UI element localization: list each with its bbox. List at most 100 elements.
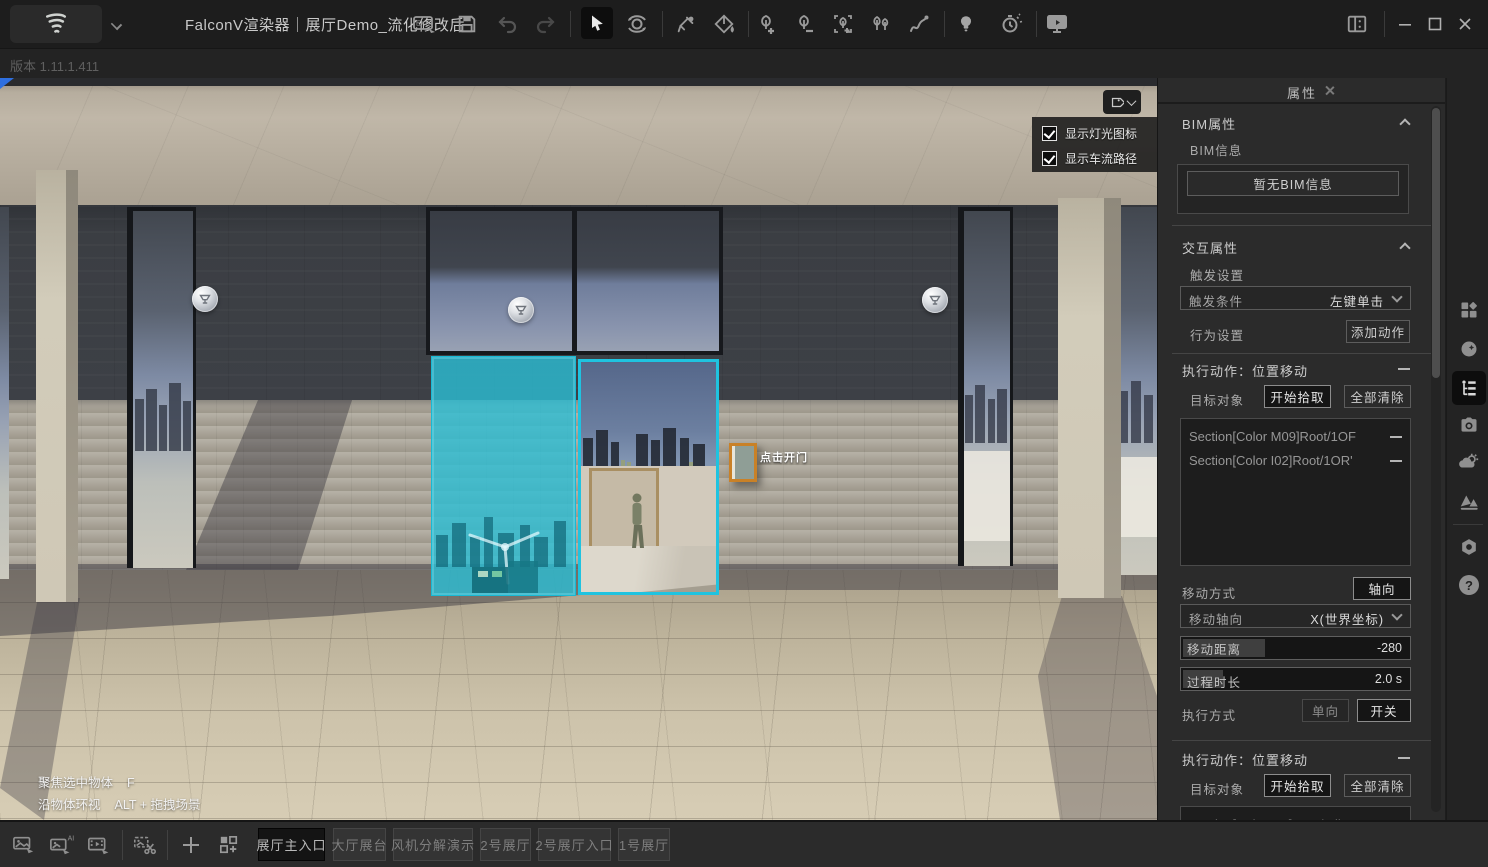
window-far-left [0, 207, 9, 579]
door-panel-selected[interactable] [431, 356, 576, 596]
trigger-condition-select[interactable]: 触发条件 左键单击 [1180, 286, 1411, 310]
remove-action-icon[interactable] [1398, 368, 1410, 370]
remove-target-icon[interactable] [1390, 436, 1402, 438]
start-pick-button[interactable]: 开始拾取 [1264, 774, 1331, 797]
duration-field[interactable]: 过程时长 2.0 s [1180, 667, 1411, 691]
door-open-trigger-label[interactable]: 点击开门 [760, 449, 808, 465]
target-list-item[interactable]: Section[Color I02]Root/1dbA [1181, 813, 1410, 820]
move-axis-select[interactable]: 移动轴向 X(世界坐标) [1180, 604, 1411, 628]
view-tab-main-entrance[interactable]: 展厅主入口 [258, 828, 325, 861]
view-tab-hall2-entrance[interactable]: 2号展厅入口 [538, 828, 611, 861]
move-mode-label: 移动方式 [1182, 583, 1236, 602]
orbit-select-tool-button[interactable] [623, 10, 651, 38]
select-tool-button[interactable] [581, 7, 613, 39]
no-bim-info-button[interactable]: 暂无BIM信息 [1187, 171, 1399, 196]
app-menu-button[interactable] [10, 5, 102, 43]
bottom-bar: AI 展厅主入口 大厅展台 风机分解演示 2号展厅 2号展厅入口 1号展厅 [0, 820, 1488, 867]
target-list-item[interactable]: Section[Color I02]Root/1OR' [1181, 449, 1410, 473]
eyedropper-tool-button[interactable] [672, 10, 700, 38]
view-tab-lobby[interactable]: 大厅展台 [333, 828, 386, 861]
remove-action-icon[interactable] [1398, 757, 1410, 759]
show-light-icons-option[interactable]: 显示灯光图标 [1042, 125, 1137, 142]
outliner-panel-icon[interactable] [1452, 371, 1486, 405]
clear-all-button[interactable]: 全部清除 [1344, 774, 1411, 797]
target-list-item[interactable]: Section[Color M09]Root/1OF [1181, 425, 1410, 449]
collapse-chevron-icon[interactable] [1399, 242, 1410, 253]
door-panel-right[interactable] [578, 359, 719, 595]
manage-views-button[interactable] [216, 832, 242, 858]
start-pick-button[interactable]: 开始拾取 [1264, 385, 1331, 408]
export-exe-button[interactable]: EXE [411, 10, 439, 38]
help-icon[interactable]: ? [1457, 573, 1481, 597]
light-gizmo-icon[interactable] [192, 286, 218, 312]
option-label: 显示车流路径 [1065, 150, 1137, 167]
move-distance-field[interactable]: 移动距离 -280 [1180, 636, 1411, 660]
exec-oneway-button[interactable]: 单向 [1302, 699, 1349, 722]
render-sphere-icon[interactable] [1457, 337, 1481, 361]
title-bar: FalconV渲染器｜展厅Demo_流化修改后 EXE [0, 0, 1488, 48]
close-button[interactable] [1452, 12, 1478, 36]
view-tab-hall2[interactable]: 2号展厅 [480, 828, 531, 861]
plant-group-tool-button[interactable] [867, 10, 895, 38]
redo-button[interactable] [531, 10, 559, 38]
falconv-logo-icon [41, 9, 71, 39]
components-panel-icon[interactable] [1457, 298, 1481, 322]
hint-orbit-object: 沿物体环视ALT + 拖拽场景 [38, 794, 201, 813]
version-bar: 版本 1.11.1.411 [0, 48, 1488, 78]
timer-tool-button[interactable] [997, 10, 1025, 38]
minimize-button[interactable] [1392, 12, 1418, 36]
action1-title: 执行动作：位置移动 [1182, 361, 1308, 380]
chevron-down-icon [1127, 96, 1137, 106]
section-divider [1172, 225, 1432, 226]
light-gizmo-icon[interactable] [508, 297, 534, 323]
properties-tab-header[interactable]: 属性 [1158, 78, 1445, 104]
panel-scrollbar-thumb[interactable] [1432, 108, 1440, 378]
screenshot-crop-button[interactable] [132, 832, 158, 858]
transom-pane-right [577, 211, 719, 351]
show-traffic-paths-option[interactable]: 显示车流路径 [1042, 150, 1137, 167]
viewport-3d[interactable]: 点击开门 显示灯光图标 显示车流路径 聚焦选中物体F 沿物体环视ALT + 拖拽… [0, 78, 1157, 820]
weather-panel-icon[interactable] [1457, 450, 1481, 474]
add-plant-tool-button[interactable] [753, 10, 781, 38]
duration-label: 过程时长 [1187, 672, 1241, 691]
checkbox-checked-icon[interactable] [1042, 151, 1057, 166]
remove-target-icon[interactable] [1390, 460, 1402, 462]
checkbox-checked-icon[interactable] [1042, 126, 1057, 141]
save-button[interactable] [453, 10, 481, 38]
add-plant-area-tool-button[interactable] [829, 10, 857, 38]
clear-all-button[interactable]: 全部清除 [1344, 385, 1411, 408]
transom-pane-left [430, 211, 572, 351]
undo-button[interactable] [494, 10, 522, 38]
city-reflection [1117, 377, 1157, 443]
layout-grid-button[interactable] [1343, 10, 1371, 38]
scene-ceiling [0, 78, 1157, 206]
terrain-panel-icon[interactable] [1457, 489, 1481, 513]
behavior-label: 行为设置 [1190, 325, 1244, 344]
paint-bucket-tool-button[interactable] [710, 10, 738, 38]
move-mode-axial-button[interactable]: 轴向 [1353, 577, 1411, 600]
close-icon[interactable] [1325, 86, 1334, 95]
trigger-condition-label: 触发条件 [1189, 291, 1243, 310]
export-image-button[interactable] [11, 832, 37, 858]
add-view-button[interactable] [178, 832, 204, 858]
view-tab-turbine-demo[interactable]: 风机分解演示 [393, 828, 473, 861]
add-action-button[interactable]: 添加动作 [1346, 320, 1410, 343]
light-gizmo-icon[interactable] [922, 287, 948, 313]
collapse-chevron-icon[interactable] [1399, 118, 1410, 129]
remove-plant-tool-button[interactable] [791, 10, 819, 38]
maximize-button[interactable] [1422, 12, 1448, 36]
viewport-tag-menu-button[interactable] [1103, 90, 1141, 114]
presentation-tool-button[interactable] [1043, 10, 1071, 38]
path-tool-button[interactable] [905, 10, 933, 38]
window-lower-reflection [964, 451, 1010, 541]
toolbar-separator [662, 11, 663, 37]
exec-toggle-button[interactable]: 开关 [1357, 699, 1411, 722]
door-open-trigger-sign[interactable] [729, 443, 757, 482]
settings-icon[interactable] [1457, 535, 1481, 559]
camera-panel-icon[interactable] [1457, 413, 1481, 437]
export-video-button[interactable] [87, 832, 113, 858]
app-menu-chevron-icon[interactable] [111, 19, 122, 30]
light-tool-button[interactable] [952, 10, 980, 38]
export-image-ai-button[interactable]: AI [49, 832, 75, 858]
view-tab-hall1[interactable]: 1号展厅 [618, 828, 670, 861]
